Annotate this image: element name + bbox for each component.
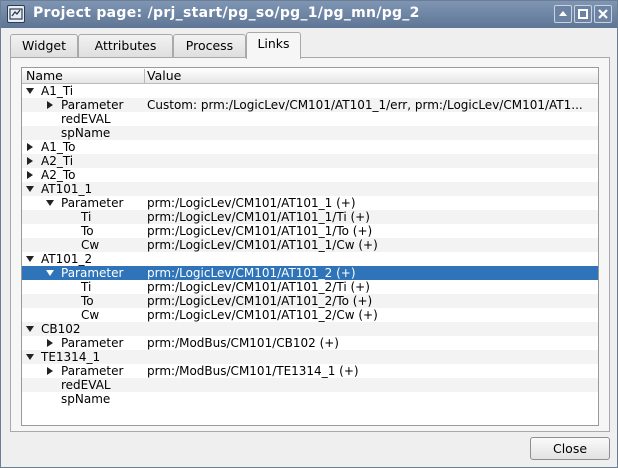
collapsed-arrow-icon[interactable] [46,339,54,347]
tree-item-name: Parameter [61,336,124,350]
tree-row[interactable]: Cw prm:/LogicLev/CM101/AT101_2/Cw (+) [22,308,598,322]
tree-item-value[interactable]: prm:/LogicLev/CM101/AT101_2/Ti (+) [147,280,597,294]
tab-process[interactable]: Process [173,34,246,58]
collapsed-arrow-icon[interactable] [46,367,54,375]
tree-item-name: A2_Ti [41,154,74,168]
tree-row[interactable]: spName [22,392,598,406]
tree-row[interactable]: A1_To [22,140,598,154]
collapsed-arrow-icon[interactable] [26,171,34,179]
tree-item-name: spName [61,126,111,140]
tree-item-value[interactable]: prm:/LogicLev/CM101/AT101_2 (+) [147,266,597,280]
tree-header: Name Value [22,68,598,84]
window-title: Project page: /prj_start/pg_so/pg_1/pg_m… [33,5,420,21]
tree-item-name: Cw [81,238,100,252]
column-divider[interactable] [144,69,145,83]
collapsed-arrow-icon[interactable] [46,101,54,109]
tree-item-name: Cw [81,308,100,322]
tree-item-value[interactable]: prm:/LogicLev/CM101/AT101_2/To (+) [147,294,597,308]
tree-item-name: Parameter [61,196,124,210]
tree-item-name: Ti [81,210,92,224]
tree-row[interactable]: Parameter prm:/LogicLev/CM101/AT101_1 (+) [22,196,598,210]
tree-item-name: A1_To [41,140,76,154]
tree-item-name: To [81,224,94,238]
expanded-arrow-icon[interactable] [26,353,34,361]
tree-item-name: AT101_2 [41,252,93,266]
tree-row[interactable]: CB102 [22,322,598,336]
tab-attributes[interactable]: Attributes [78,34,173,58]
column-header-name[interactable]: Name [26,68,63,84]
tree-item-value[interactable]: prm:/ModBus/CM101/CB102 (+) [147,336,597,350]
shade-icon[interactable] [554,5,572,23]
tree-row[interactable]: Ti prm:/LogicLev/CM101/AT101_1/Ti (+) [22,210,598,224]
tree-row[interactable]: redEVAL [22,112,598,126]
tree-item-name: CB102 [41,322,81,336]
expanded-arrow-icon[interactable] [46,269,54,277]
collapsed-arrow-icon[interactable] [26,157,34,165]
tab-widget[interactable]: Widget [10,34,78,58]
expanded-arrow-icon[interactable] [26,255,34,263]
tree-item-name: redEVAL [61,112,111,126]
title-bar[interactable]: Project page: /prj_start/pg_so/pg_1/pg_m… [1,1,617,28]
tree-row[interactable]: AT101_1 [22,182,598,196]
links-panel: Name Value A1_Ti Parameter Custom: prm:/Lo… [10,57,610,432]
settings-dialog-icon[interactable] [7,5,25,23]
tree-row[interactable]: Parameter Custom: prm:/LogicLev/CM101/AT1… [22,98,598,112]
expanded-arrow-icon[interactable] [46,199,54,207]
tree-item-name: Parameter [61,364,124,378]
links-tree[interactable]: Name Value A1_Ti Parameter Custom: prm:/Lo… [21,67,599,426]
tree-item-value[interactable]: Custom: prm:/LogicLev/CM101/AT101_1/err,… [147,98,597,112]
column-header-value[interactable]: Value [147,68,181,84]
tree-item-name: A1_Ti [41,84,74,98]
tree-row[interactable]: A2_Ti [22,154,598,168]
tree-item-name: A2_To [41,168,76,182]
tree-row[interactable]: redEVAL [22,378,598,392]
tree-row[interactable]: Parameter prm:/ModBus/CM101/CB102 (+) [22,336,598,350]
expanded-arrow-icon[interactable] [26,325,34,333]
tree-row[interactable]: spName [22,126,598,140]
expanded-arrow-icon[interactable] [26,185,34,193]
close-button[interactable]: Close [530,437,610,460]
tree-item-name: Ti [81,280,92,294]
tree-item-name: Parameter [61,266,124,280]
tree-item-name: TE1314_1 [41,350,101,364]
tree-item-value[interactable]: prm:/LogicLev/CM101/AT101_1/Ti (+) [147,210,597,224]
tree-item-name: To [81,294,94,308]
tree-row[interactable]: A2_To [22,168,598,182]
tree-item-value[interactable]: prm:/LogicLev/CM101/AT101_1/Cw (+) [147,238,597,252]
collapsed-arrow-icon[interactable] [26,143,34,151]
tree-item-value[interactable]: prm:/LogicLev/CM101/AT101_1 (+) [147,196,597,210]
tree-row[interactable]: To prm:/LogicLev/CM101/AT101_1/To (+) [22,224,598,238]
tree-row[interactable]: Ti prm:/LogicLev/CM101/AT101_2/Ti (+) [22,280,598,294]
tree-item-name: Parameter [61,98,124,112]
tree-row[interactable]: AT101_2 [22,252,598,266]
tree-item-name: spName [61,392,111,406]
tree-item-value[interactable]: prm:/LogicLev/CM101/AT101_1/To (+) [147,224,597,238]
tree-row[interactable]: To prm:/LogicLev/CM101/AT101_2/To (+) [22,294,598,308]
tree-rows: A1_Ti Parameter Custom: prm:/LogicLev/CM10… [22,84,598,406]
tree-item-name: AT101_1 [41,182,93,196]
maximize-icon[interactable] [574,5,592,23]
expanded-arrow-icon[interactable] [26,87,34,95]
tree-row[interactable]: Parameter prm:/LogicLev/CM101/AT101_2 (+) [22,266,598,280]
tab-links[interactable]: Links [246,32,301,59]
tree-item-value[interactable]: prm:/LogicLev/CM101/AT101_2/Cw (+) [147,308,597,322]
dialog-window: Project page: /prj_start/pg_so/pg_1/pg_m… [0,0,618,468]
close-icon[interactable] [594,5,612,23]
tree-item-name: redEVAL [61,378,111,392]
tree-row[interactable]: Parameter prm:/ModBus/CM101/TE1314_1 (+) [22,364,598,378]
tree-row[interactable]: A1_Ti [22,84,598,98]
tree-item-value[interactable]: prm:/ModBus/CM101/TE1314_1 (+) [147,364,597,378]
tree-row[interactable]: Cw prm:/LogicLev/CM101/AT101_1/Cw (+) [22,238,598,252]
tree-row[interactable]: TE1314_1 [22,350,598,364]
